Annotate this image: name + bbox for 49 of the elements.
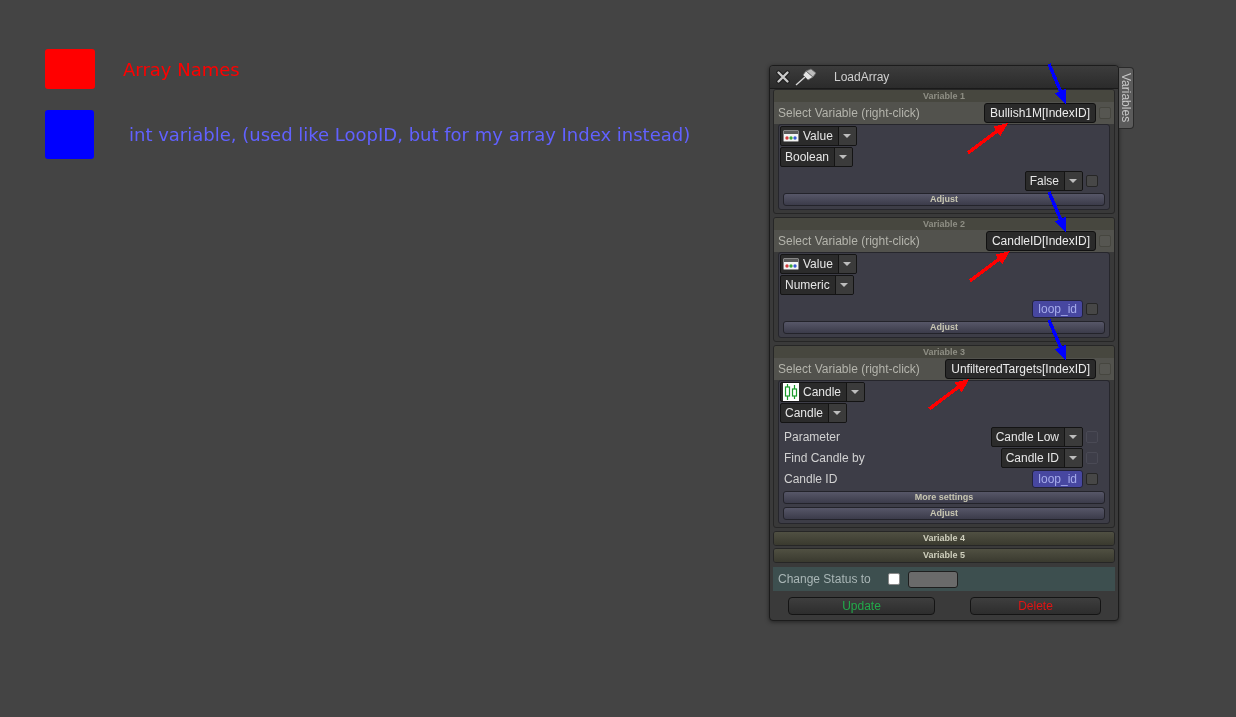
dropdown[interactable]: Value bbox=[780, 126, 857, 146]
candlestick-icon bbox=[783, 383, 799, 401]
caret-icon bbox=[1064, 172, 1082, 190]
caret-icon bbox=[837, 127, 856, 145]
caret-icon bbox=[1064, 428, 1082, 446]
status-field[interactable] bbox=[907, 570, 958, 588]
section-header[interactable]: Variable 5 bbox=[774, 549, 1114, 562]
caret-icon bbox=[837, 255, 856, 273]
variable-tag[interactable]: loop_id bbox=[1032, 300, 1083, 318]
caret-icon bbox=[828, 404, 847, 422]
dropdown[interactable]: Candle bbox=[780, 382, 866, 402]
dots-card-icon bbox=[783, 130, 799, 142]
dropdown[interactable]: Boolean bbox=[780, 147, 854, 167]
legend-label: int variable, (used like LoopID, but for my array Index instead) bbox=[129, 124, 691, 145]
variable-name-field[interactable]: UnfilteredTargets[IndexID] bbox=[945, 359, 1096, 379]
select-label: Select Variable (right-click) bbox=[778, 362, 920, 376]
dropdown[interactable]: Candle bbox=[780, 403, 848, 423]
checkbox[interactable] bbox=[1086, 303, 1098, 315]
caret-icon bbox=[834, 148, 853, 166]
variable-name-field[interactable]: CandleID[IndexID] bbox=[985, 231, 1096, 251]
select-label: Select Variable (right-click) bbox=[778, 106, 920, 120]
panel-button[interactable]: Adjust bbox=[783, 321, 1105, 334]
variable-name-field[interactable]: Bullish1M[IndexID] bbox=[983, 103, 1096, 123]
update-button[interactable]: Update bbox=[788, 597, 935, 615]
legend-label: Array Names bbox=[123, 58, 240, 80]
pin-icon[interactable] bbox=[795, 68, 817, 86]
status-label: Change Status to bbox=[778, 572, 871, 586]
panel-button[interactable]: Adjust bbox=[783, 507, 1105, 520]
panel-button[interactable]: Adjust bbox=[783, 193, 1105, 206]
section-header[interactable]: Variable 4 bbox=[774, 532, 1114, 545]
setting-label: Candle ID bbox=[784, 472, 838, 486]
checkbox[interactable] bbox=[887, 573, 900, 585]
dropdown[interactable]: False bbox=[1024, 171, 1083, 191]
setting-label: Find Candle by bbox=[784, 451, 865, 465]
window-title: LoadArray bbox=[834, 70, 890, 84]
caret-icon bbox=[846, 383, 865, 401]
checkbox[interactable] bbox=[1086, 473, 1098, 485]
variable-tag[interactable]: loop_id bbox=[1032, 470, 1083, 488]
caret-icon bbox=[1064, 449, 1082, 467]
select-label: Select Variable (right-click) bbox=[778, 234, 920, 248]
dots-card-icon bbox=[783, 258, 799, 270]
checkbox[interactable] bbox=[1086, 175, 1098, 187]
side-tab[interactable]: Variables bbox=[1119, 67, 1134, 129]
close-icon[interactable] bbox=[776, 70, 790, 84]
panel-button[interactable]: More settings bbox=[783, 491, 1105, 504]
dropdown[interactable]: Numeric bbox=[780, 275, 854, 295]
setting-label: Parameter bbox=[784, 430, 841, 444]
caret-icon bbox=[834, 276, 853, 294]
dropdown[interactable]: Value bbox=[780, 254, 857, 274]
